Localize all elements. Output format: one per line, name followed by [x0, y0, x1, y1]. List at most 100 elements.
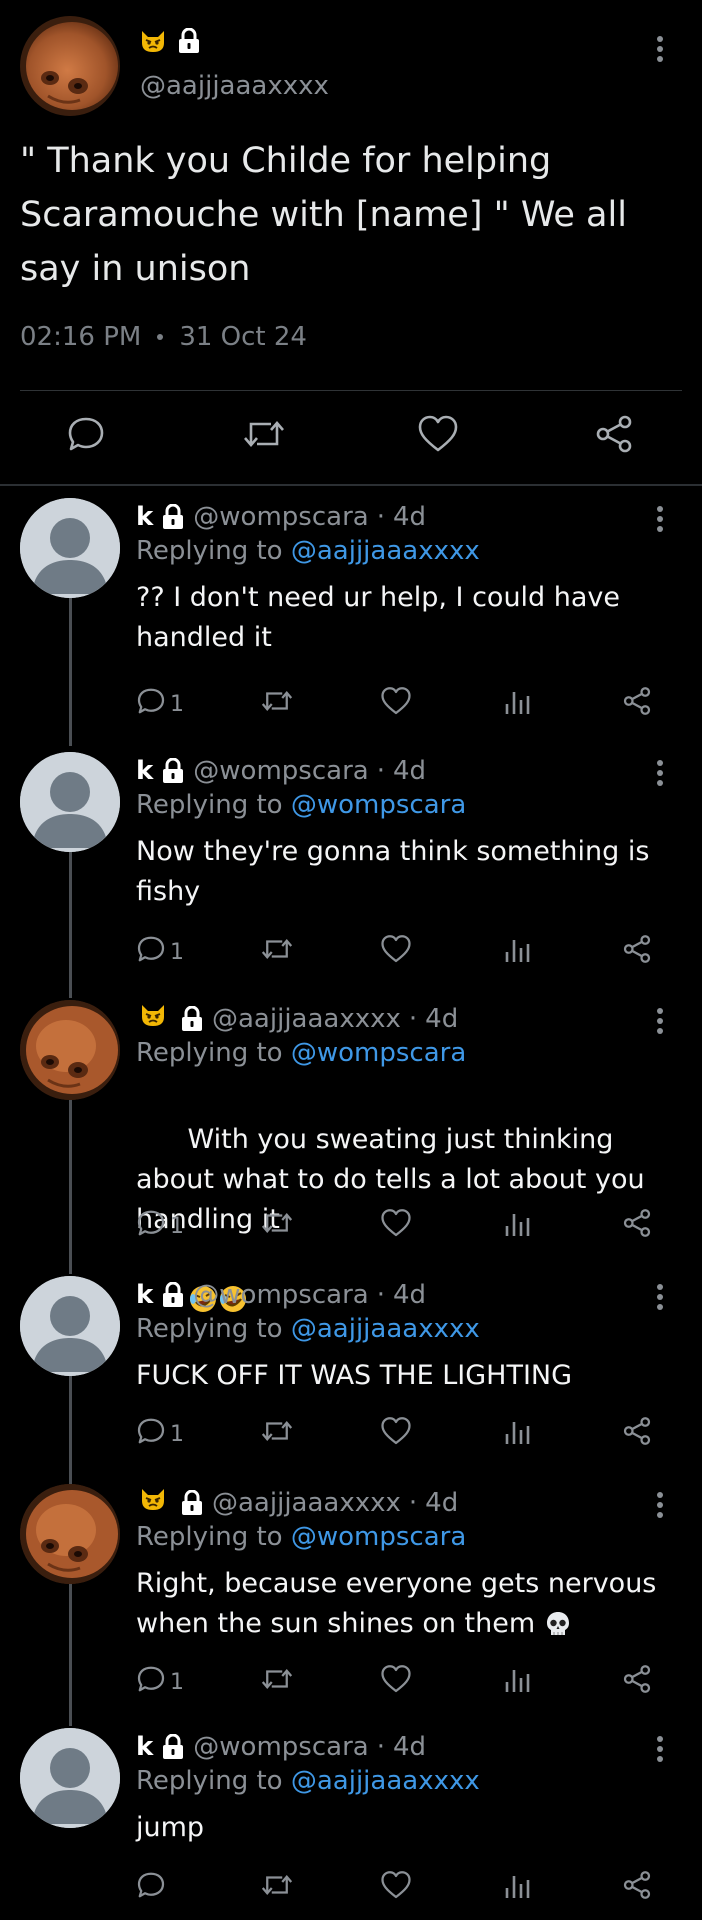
reply-item[interactable]: k @wompscara · 4d Replying to @aajjjaaax…	[0, 1276, 702, 1466]
main-post-time: 02:16 PM	[20, 322, 142, 352]
main-post-meta: 02:16 PM 31 Oct 24	[20, 322, 307, 352]
share-button[interactable]	[622, 684, 652, 724]
reply-more-icon[interactable]	[657, 1492, 663, 1518]
reply-author-avatar[interactable]	[20, 752, 120, 852]
replying-to-mention[interactable]: @aajjjaaaxxxx	[291, 536, 480, 566]
share-button[interactable]	[622, 1206, 652, 1246]
reply-author-name[interactable]: k	[136, 500, 153, 534]
reply-author-handle[interactable]: @aajjjaaaxxxx	[212, 1486, 401, 1520]
views-icon	[504, 1664, 532, 1700]
reply-author-handle[interactable]: @aajjjaaaxxxx	[212, 1002, 401, 1036]
reply-button[interactable]: 1	[136, 1206, 184, 1246]
views-icon	[504, 934, 532, 970]
main-share-button[interactable]	[586, 408, 642, 464]
retweet-button[interactable]	[260, 1868, 294, 1908]
like-button[interactable]	[380, 1206, 412, 1246]
share-button[interactable]	[622, 1662, 652, 1702]
main-reply-button[interactable]	[58, 408, 114, 464]
reply-author-avatar[interactable]	[20, 1000, 120, 1100]
retweet-button[interactable]	[260, 1414, 294, 1454]
reply-button[interactable]: 1	[136, 932, 184, 972]
reply-author-name[interactable]: k	[136, 754, 153, 788]
angry-cat-emoji	[140, 1002, 166, 1036]
reply-header: @aajjjaaaxxxx · 4d	[140, 1486, 458, 1520]
share-button[interactable]	[622, 1414, 652, 1454]
share-icon	[622, 1208, 652, 1244]
reply-button[interactable]: 1	[136, 1662, 184, 1702]
reply-author-handle[interactable]: @wompscara	[193, 1730, 368, 1764]
replying-to-mention[interactable]: @aajjjaaaxxxx	[291, 1766, 480, 1796]
reply-actions: 1	[0, 1662, 702, 1702]
retweet-button[interactable]	[260, 1206, 294, 1246]
reply-text: FUCK OFF IT WAS THE LIGHTING	[136, 1360, 573, 1391]
reply-item[interactable]: k @wompscara · 4d Replying to @aajjjaaax…	[0, 1728, 702, 1918]
reply-icon	[136, 934, 166, 970]
reply-author-handle[interactable]: @wompscara	[193, 1278, 368, 1312]
reply-author-handle[interactable]: @wompscara	[193, 754, 368, 788]
reply-more-icon[interactable]	[657, 1284, 663, 1310]
like-button[interactable]	[380, 1662, 412, 1702]
share-icon	[622, 686, 652, 722]
reply-button[interactable]: 1	[136, 684, 184, 724]
angry-cat-emoji	[140, 1486, 166, 1520]
like-button[interactable]	[380, 1868, 412, 1908]
views-button[interactable]	[504, 684, 532, 724]
retweet-button[interactable]	[260, 1662, 294, 1702]
main-author-handle[interactable]: @aajjjaaaxxxx	[140, 70, 329, 102]
reply-button[interactable]	[136, 1868, 170, 1908]
skull-emoji	[544, 1610, 572, 1650]
views-button[interactable]	[504, 932, 532, 972]
reply-item[interactable]: k @wompscara · 4d Replying to @wompscara…	[0, 752, 702, 972]
views-button[interactable]	[504, 1206, 532, 1246]
reply-button[interactable]: 1	[136, 1414, 184, 1454]
reply-actions: 1	[0, 1414, 702, 1454]
retweet-button[interactable]	[260, 932, 294, 972]
views-button[interactable]	[504, 1868, 532, 1908]
share-icon	[622, 1416, 652, 1452]
replying-to-mention[interactable]: @wompscara	[291, 1522, 466, 1552]
reply-author-avatar[interactable]	[20, 1728, 120, 1828]
main-more-icon[interactable]	[657, 36, 663, 62]
replying-to-mention[interactable]: @aajjjaaaxxxx	[291, 1314, 480, 1344]
reply-more-icon[interactable]	[657, 506, 663, 532]
reply-item[interactable]: @aajjjaaaxxxx · 4d Replying to @wompscar…	[0, 1484, 702, 1704]
divider	[20, 390, 682, 391]
reply-more-icon[interactable]	[657, 1008, 663, 1034]
reply-more-icon[interactable]	[657, 760, 663, 786]
reply-item[interactable]: @aajjjaaaxxxx · 4d Replying to @wompscar…	[0, 1000, 702, 1312]
views-button[interactable]	[504, 1414, 532, 1454]
reply-author-avatar[interactable]	[20, 1484, 120, 1584]
reply-item[interactable]: k @wompscara · 4d Replying to @aajjjaaax…	[0, 498, 702, 728]
main-like-button[interactable]	[410, 408, 466, 464]
replying-to-label: Replying to	[136, 790, 283, 820]
views-button[interactable]	[504, 1662, 532, 1702]
main-retweet-button[interactable]	[236, 408, 292, 464]
reply-author-avatar[interactable]	[20, 1276, 120, 1376]
retweet-icon	[260, 1870, 294, 1906]
reply-author-name[interactable]: k	[136, 1730, 153, 1764]
retweet-icon	[260, 1208, 294, 1244]
reply-more-icon[interactable]	[657, 1736, 663, 1762]
replying-to-mention[interactable]: @wompscara	[291, 790, 466, 820]
share-button[interactable]	[622, 932, 652, 972]
heart-icon	[380, 934, 412, 970]
retweet-button[interactable]	[260, 684, 294, 724]
reply-age: 4d	[392, 1732, 427, 1762]
main-author-avatar[interactable]	[20, 16, 120, 116]
retweet-icon	[260, 1664, 294, 1700]
like-button[interactable]	[380, 932, 412, 972]
replying-to-mention[interactable]: @wompscara	[291, 1038, 466, 1068]
reply-age: 4d	[425, 1488, 459, 1518]
reply-header: k @wompscara · 4d	[136, 1278, 426, 1312]
reply-header: k @wompscara · 4d	[136, 754, 426, 788]
reply-author-avatar[interactable]	[20, 498, 120, 598]
like-button[interactable]	[380, 684, 412, 724]
thread-screen: @aajjjaaaxxxx " Thank you Childe for hel…	[0, 0, 702, 1920]
share-button[interactable]	[622, 1868, 652, 1908]
views-icon	[504, 1208, 532, 1244]
reply-count: 1	[170, 1669, 184, 1695]
reply-author-handle[interactable]: @wompscara	[193, 500, 368, 534]
reply-author-name[interactable]: k	[136, 1278, 153, 1312]
like-button[interactable]	[380, 1414, 412, 1454]
lock-icon	[161, 503, 185, 530]
